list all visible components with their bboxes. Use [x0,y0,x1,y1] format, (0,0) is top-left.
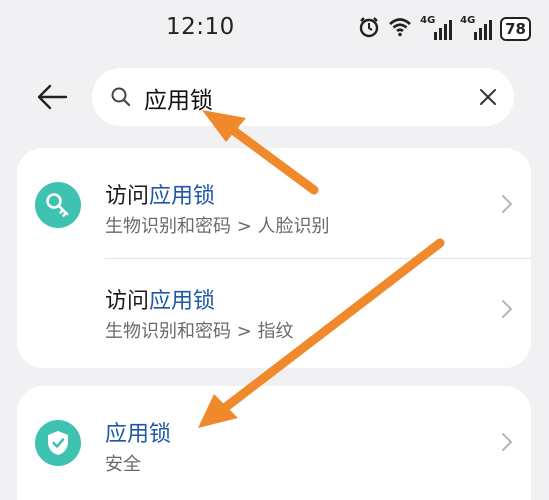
network-type-label: 4G [420,15,436,26]
clear-search-button[interactable] [478,87,498,111]
status-icons: 4G 4G 78 [358,14,531,44]
status-bar: 12:10 4G 4G 78 [0,0,549,62]
cellular-signal-icon-2: 4G [460,15,493,40]
wifi-icon [388,17,412,41]
result-item-app-lock[interactable]: 应用锁 安全 [17,386,531,500]
search-query: 应用锁 [144,88,213,114]
key-icon [35,182,81,228]
chevron-right-icon [501,432,513,456]
result-subtitle: 生物识别和密码 > 指纹 [105,321,294,342]
search-input[interactable]: 应用锁 [92,68,514,126]
results-card: 访问应用锁 生物识别和密码 > 人脸识别 访问应用锁 生物识别和密码 > 指纹 [17,148,531,368]
result-item-fingerprint[interactable]: 访问应用锁 生物识别和密码 > 指纹 [17,259,531,368]
clock: 12:10 [166,14,235,40]
search-icon [110,86,132,112]
result-title: 应用锁 [105,422,172,447]
result-item-face-recognition[interactable]: 访问应用锁 生物识别和密码 > 人脸识别 [17,148,531,256]
alarm-icon [358,16,380,42]
results-card: 应用锁 安全 [17,386,531,500]
arrow-left-icon [37,84,68,110]
result-title: 访问应用锁 [105,184,216,209]
shield-icon [35,420,81,466]
network-type-label: 4G [460,15,476,26]
chevron-right-icon [501,299,513,323]
battery-indicator: 78 [500,17,531,41]
result-subtitle: 生物识别和密码 > 人脸识别 [105,216,330,237]
chevron-right-icon [501,194,513,218]
result-subtitle: 安全 [105,454,141,475]
cellular-signal-icon-1: 4G [420,15,453,40]
result-title: 访问应用锁 [105,289,216,314]
close-icon [480,89,496,105]
back-button[interactable] [30,78,74,116]
